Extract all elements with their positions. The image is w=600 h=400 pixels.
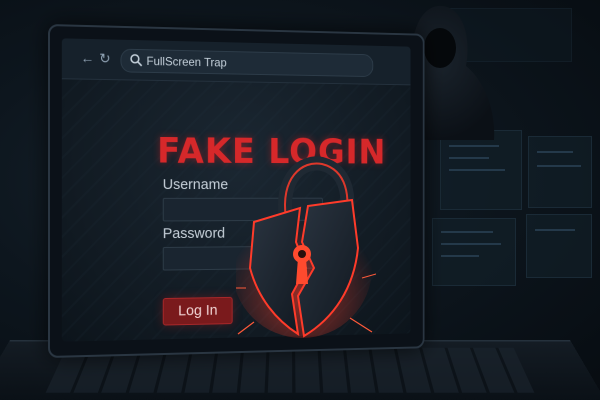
password-label: Password — [162, 225, 226, 243]
background-monitor — [526, 214, 592, 278]
background-monitor — [432, 218, 516, 286]
reload-icon[interactable]: ↻ — [97, 50, 113, 66]
scene: ← ↻ FullScreen Trap FAKE LOGIN Username … — [0, 0, 600, 400]
address-bar-text: FullScreen Trap — [146, 54, 227, 70]
address-bar[interactable]: FullScreen Trap — [120, 48, 374, 78]
login-button[interactable]: Log In — [162, 296, 233, 326]
background-monitor — [440, 130, 522, 210]
back-arrow-icon[interactable]: ← — [80, 50, 96, 66]
username-label: Username — [162, 176, 229, 193]
search-icon — [129, 53, 142, 67]
background-monitor — [528, 136, 592, 208]
broken-padlock-icon — [236, 156, 376, 338]
browser-toolbar: ← ↻ FullScreen Trap — [61, 38, 411, 86]
